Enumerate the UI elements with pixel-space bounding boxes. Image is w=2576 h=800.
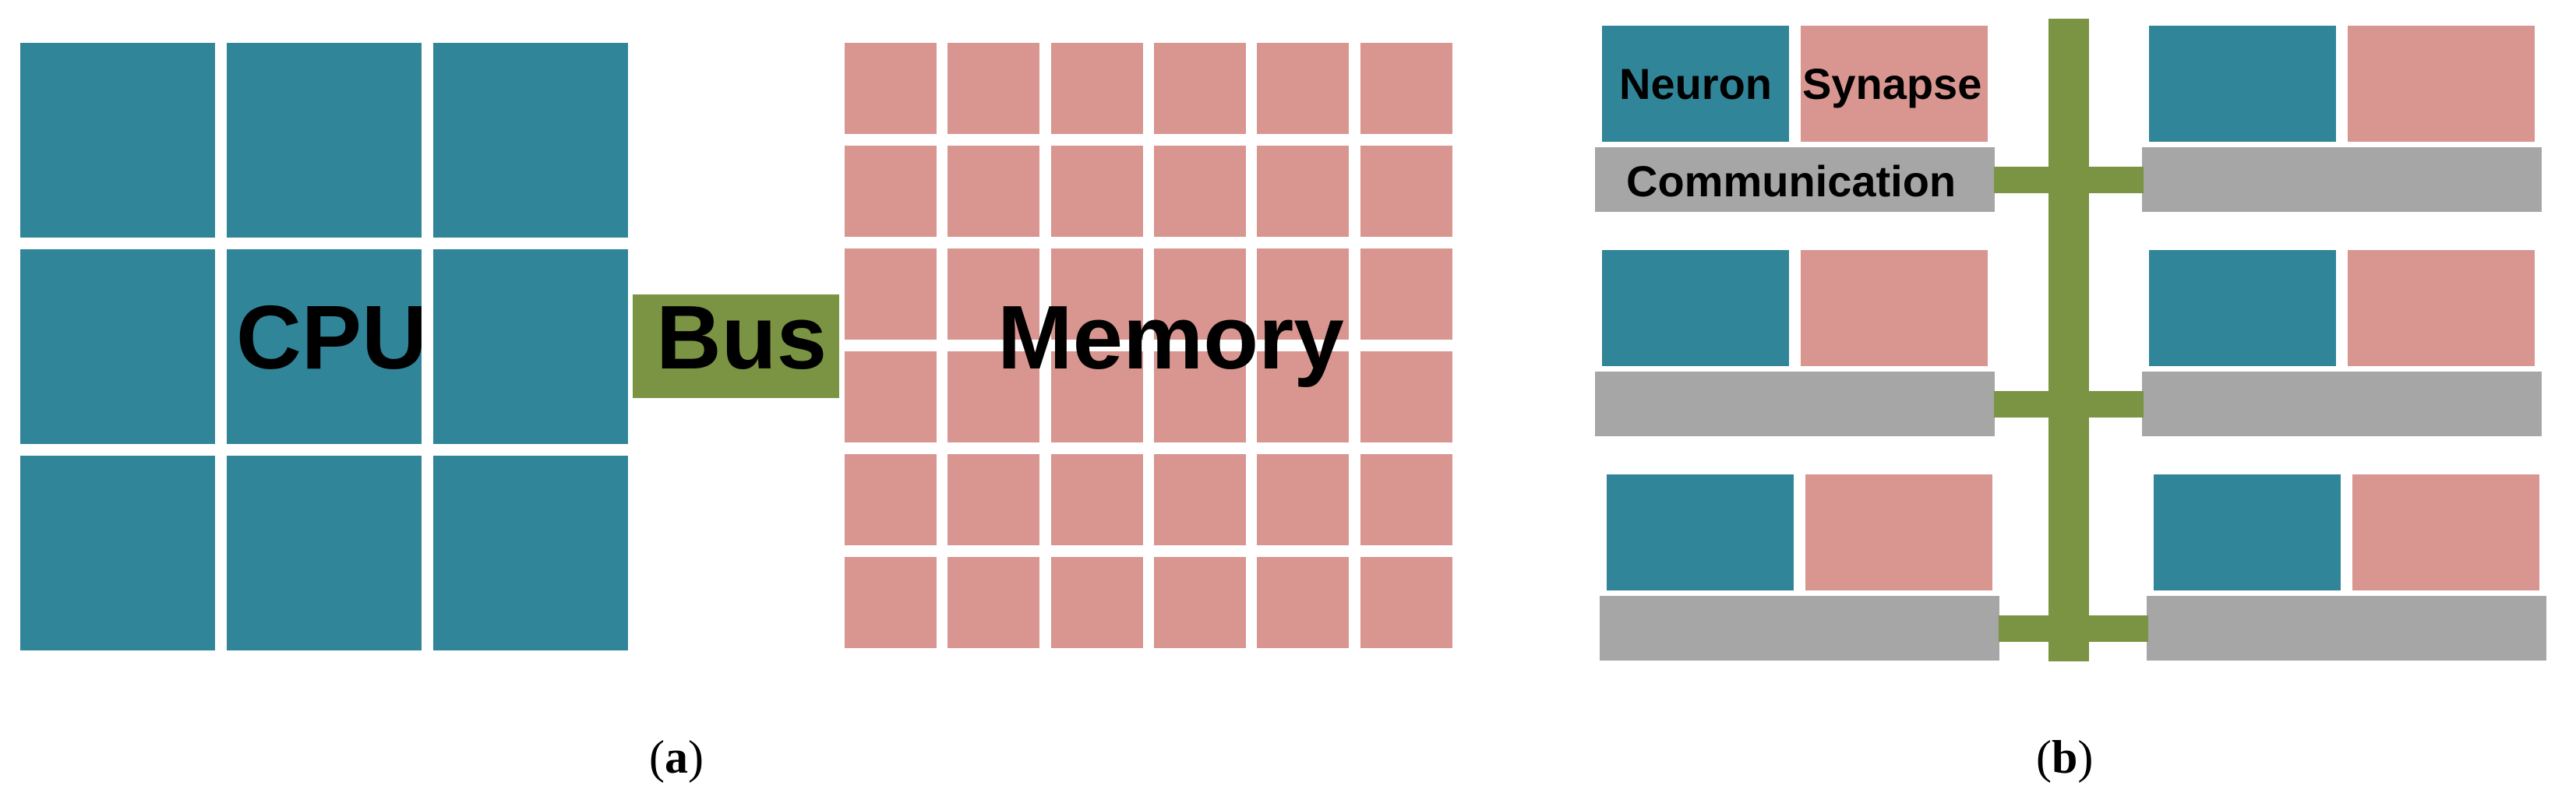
bus-label: Bus [656, 287, 827, 388]
memory-cell [845, 248, 937, 340]
memory-cell [845, 557, 937, 648]
cpu-label: CPU [236, 287, 427, 388]
synapse-label: Synapse [1802, 59, 1982, 108]
cpu-core-cell [433, 456, 628, 650]
memory-cell [947, 557, 1040, 648]
memory-cell [1050, 454, 1143, 545]
bus-branch [1994, 167, 2144, 193]
memory-cell [1360, 248, 1452, 340]
memory-cell [1360, 557, 1452, 648]
synapse-block [1805, 474, 1992, 590]
synapse-block [2348, 26, 2535, 142]
memory-cell [1360, 146, 1452, 237]
memory-cell [1050, 557, 1143, 648]
memory-cell [947, 43, 1040, 134]
caption-b: (b) [2036, 734, 2093, 781]
caption-b-open: ( [2036, 731, 2052, 783]
cpu-core-cell [227, 43, 422, 238]
communication-block [2142, 372, 2542, 436]
caption-b-close: ) [2077, 731, 2094, 783]
memory-cell [845, 43, 937, 134]
caption-b-letter: b [2051, 731, 2078, 783]
neuron-label: Neuron [1619, 59, 1772, 108]
cpu-core-cell [20, 43, 215, 238]
bus-vertical [2048, 19, 2089, 661]
communication-block [1595, 372, 1995, 436]
cpu-core-cell [20, 456, 215, 650]
memory-cell [947, 146, 1040, 237]
memory-cell [1153, 557, 1246, 648]
communication-block [2147, 596, 2546, 661]
memory-cell [947, 454, 1040, 545]
caption-a: (a) [649, 734, 704, 781]
memory-cell [1050, 43, 1143, 134]
neuron-block [2149, 26, 2336, 142]
memory-cell [1257, 557, 1350, 648]
caption-a-open: ( [649, 731, 665, 783]
neuron-block [2149, 250, 2336, 366]
memory-cell [1360, 351, 1452, 442]
memory-cell [1257, 146, 1350, 237]
memory-cell [1050, 146, 1143, 237]
memory-cell [1153, 146, 1246, 237]
memory-label: Memory [997, 287, 1344, 388]
synapse-block [1801, 250, 1988, 366]
synapse-block [2352, 474, 2539, 590]
bus-branch [1994, 391, 2144, 418]
memory-cell [845, 454, 937, 545]
memory-cell [1360, 43, 1452, 134]
memory-cell [1257, 43, 1350, 134]
memory-cell [1257, 454, 1350, 545]
caption-a-close: ) [687, 731, 704, 783]
caption-a-letter: a [664, 731, 688, 783]
memory-cell [1360, 454, 1452, 545]
cpu-core-cell [227, 456, 422, 650]
memory-cell [845, 146, 937, 237]
communication-block [2142, 147, 2542, 212]
communication-block [1600, 596, 1999, 661]
neuron-block [2154, 474, 2341, 590]
memory-cell [1153, 454, 1246, 545]
neuron-block [1602, 250, 1789, 366]
cpu-core-cell [433, 249, 628, 444]
synapse-block [2348, 250, 2535, 366]
memory-cell [845, 351, 937, 442]
neuron-block [1607, 474, 1794, 590]
cpu-core-cell [433, 43, 628, 238]
cpu-core-cell [20, 249, 215, 444]
communication-label: Communication [1626, 157, 1957, 206]
bus-branch [1999, 615, 2148, 642]
memory-cell [1153, 43, 1246, 134]
